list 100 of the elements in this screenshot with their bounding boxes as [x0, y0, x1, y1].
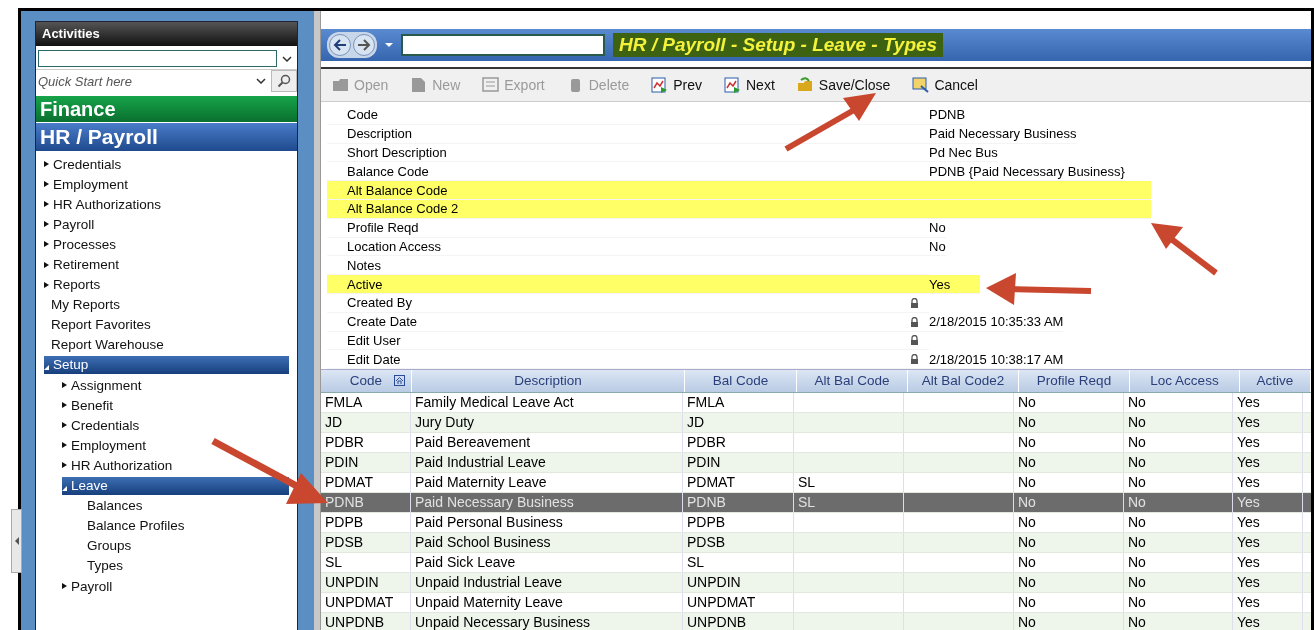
column-header[interactable]: Active	[1240, 370, 1311, 393]
table-cell: No	[1018, 574, 1036, 591]
field-value[interactable]: PDNB {Paid Necessary Business}	[929, 163, 1125, 179]
table-row[interactable]: UNPDNB Unpaid Necessary Business UNPDNB No No Yes	[321, 613, 1311, 630]
toolbar-button[interactable]: Save/Close	[791, 75, 896, 95]
column-header[interactable]: Profile Reqd	[1019, 370, 1130, 393]
chevron-icon[interactable]	[256, 78, 266, 84]
toolbar-button[interactable]: Next	[719, 75, 780, 95]
table-cell: Jury Duty	[415, 414, 475, 431]
table-row[interactable]: UNPDMAT Unpaid Maternity Leave UNPDMAT No No Yes	[321, 593, 1311, 614]
tree-item[interactable]: Payroll	[44, 215, 297, 234]
table-row[interactable]: FMLA Family Medical Leave Act FMLA No No Yes	[321, 393, 1311, 414]
search-button[interactable]	[271, 70, 297, 92]
tree-item[interactable]: Credentials	[62, 416, 297, 435]
table-row[interactable]: PDPB Paid Personal Business PDPB No No Yes	[321, 513, 1311, 534]
collapsed-icon	[44, 261, 49, 268]
table-cell: No	[1128, 394, 1146, 411]
column-header[interactable]: Code	[321, 370, 412, 393]
module-header[interactable]: Finance	[36, 96, 297, 122]
table-row[interactable]: UNPDIN Unpaid Industrial Leave UNPDIN No No Yes	[321, 573, 1311, 594]
tree-item[interactable]: Retirement	[44, 255, 297, 274]
tree-item[interactable]: Reports	[44, 275, 297, 294]
table-cell: PDSB	[687, 534, 726, 551]
table-cell: No	[1018, 494, 1036, 511]
tree-item[interactable]: Report Favorites	[44, 315, 297, 334]
toolbar-button[interactable]: Cancel	[907, 75, 983, 95]
field-value[interactable]: PDNB	[929, 107, 966, 123]
back-button[interactable]	[329, 34, 351, 56]
field-label: Alt Balance Code	[347, 182, 448, 198]
table-cell: No	[1018, 594, 1036, 611]
table-cell: SL	[687, 554, 705, 571]
table-row[interactable]: PDIN Paid Industrial Leave PDIN No No Yes	[321, 453, 1311, 474]
table-cell: Yes	[1237, 574, 1260, 591]
window-title: HR / Payroll - Setup - Leave - Types	[613, 33, 944, 57]
collapsed-icon	[62, 442, 67, 449]
column-header[interactable]: Alt Bal Code	[797, 370, 908, 393]
tree-item[interactable]: Credentials	[44, 155, 297, 174]
column-header[interactable]: Description	[412, 370, 685, 393]
table-row[interactable]: SL Paid Sick Leave SL No No Yes	[321, 553, 1311, 574]
table-cell: Paid Necessary Business	[415, 494, 574, 511]
table-cell: Paid Sick Leave	[415, 554, 516, 571]
field-value[interactable]: No	[929, 238, 946, 254]
tree-item[interactable]: Assignment	[62, 376, 297, 395]
tree-item[interactable]: Payroll	[62, 577, 297, 595]
toolbar-icon	[482, 77, 501, 93]
field-value[interactable]: 2/18/2015 10:35:33 AM	[929, 314, 1064, 330]
tree-item[interactable]: Report Warehouse	[44, 335, 297, 354]
tree-item[interactable]: Setup	[44, 356, 289, 374]
field-label: Balance Code	[347, 163, 429, 179]
column-header[interactable]: Bal Code	[685, 370, 797, 393]
table-cell: Yes	[1237, 534, 1260, 551]
column-header[interactable]: Alt Bal Code2	[908, 370, 1019, 393]
field-label: Created By	[347, 295, 413, 311]
table-cell: UNPDMAT	[325, 594, 394, 611]
table-row[interactable]: PDNB Paid Necessary Business PDNB SL No No Yes	[321, 493, 1311, 514]
tree-item[interactable]: Employment	[44, 175, 297, 194]
toolbar-icon	[796, 77, 815, 93]
field-value[interactable]: Yes	[929, 276, 951, 292]
toolbar-button[interactable]: Prev	[646, 75, 707, 95]
collapsed-icon	[44, 221, 49, 228]
collapse-handle[interactable]	[11, 509, 22, 573]
caret-icon[interactable]	[385, 43, 393, 47]
tree-item[interactable]: My Reports	[44, 295, 297, 314]
table-row[interactable]: PDBR Paid Bereavement PDBR No No Yes	[321, 433, 1311, 454]
field-value[interactable]: Paid Necessary Business	[929, 126, 1077, 142]
tree-item[interactable]: Employment	[62, 436, 297, 455]
table-cell: No	[1128, 574, 1146, 591]
table-cell: FMLA	[325, 394, 363, 411]
tree-item[interactable]: Benefit	[62, 396, 297, 415]
table-cell: No	[1018, 434, 1036, 451]
tree-item[interactable]: Balances	[80, 496, 297, 515]
tree-item[interactable]: Balance Profiles	[80, 516, 297, 535]
sort-icon	[394, 375, 405, 387]
tree-item[interactable]: Types	[80, 556, 297, 575]
field-label: Create Date	[347, 314, 418, 330]
module-header[interactable]: HR / Payroll	[36, 122, 297, 151]
field-label: Code	[347, 107, 379, 123]
field-value[interactable]: 2/18/2015 10:38:17 AM	[929, 351, 1064, 367]
table-cell: Yes	[1237, 554, 1260, 571]
toolbar-icon	[912, 77, 931, 93]
table-cell: Yes	[1237, 474, 1260, 491]
tree-item[interactable]: HR Authorizations	[44, 195, 297, 214]
table-row[interactable]: PDMAT Paid Maternity Leave PDMAT SL No No Yes	[321, 473, 1311, 494]
table-cell: No	[1128, 414, 1146, 431]
collapse-icon	[14, 537, 19, 545]
table-cell: Yes	[1237, 454, 1260, 471]
column-header[interactable]: Loc Access	[1130, 370, 1240, 393]
table-cell: PDSB	[325, 534, 364, 551]
tree-item[interactable]: HR Authorization	[62, 456, 297, 475]
field-value[interactable]: No	[929, 220, 946, 236]
forward-button[interactable]	[353, 34, 375, 56]
table-row[interactable]: JD Jury Duty JD No No Yes	[321, 413, 1311, 434]
table-cell: Yes	[1237, 434, 1260, 451]
tree-item[interactable]: Leave	[62, 476, 289, 495]
tree-item[interactable]: Groups	[80, 536, 297, 555]
field-value[interactable]: Pd Nec Bus	[929, 145, 998, 160]
address-field[interactable]	[401, 34, 605, 56]
table-cell: Yes	[1237, 614, 1260, 630]
table-row[interactable]: PDSB Paid School Business PDSB No No Yes	[321, 533, 1311, 554]
tree-item[interactable]: Processes	[44, 235, 297, 254]
